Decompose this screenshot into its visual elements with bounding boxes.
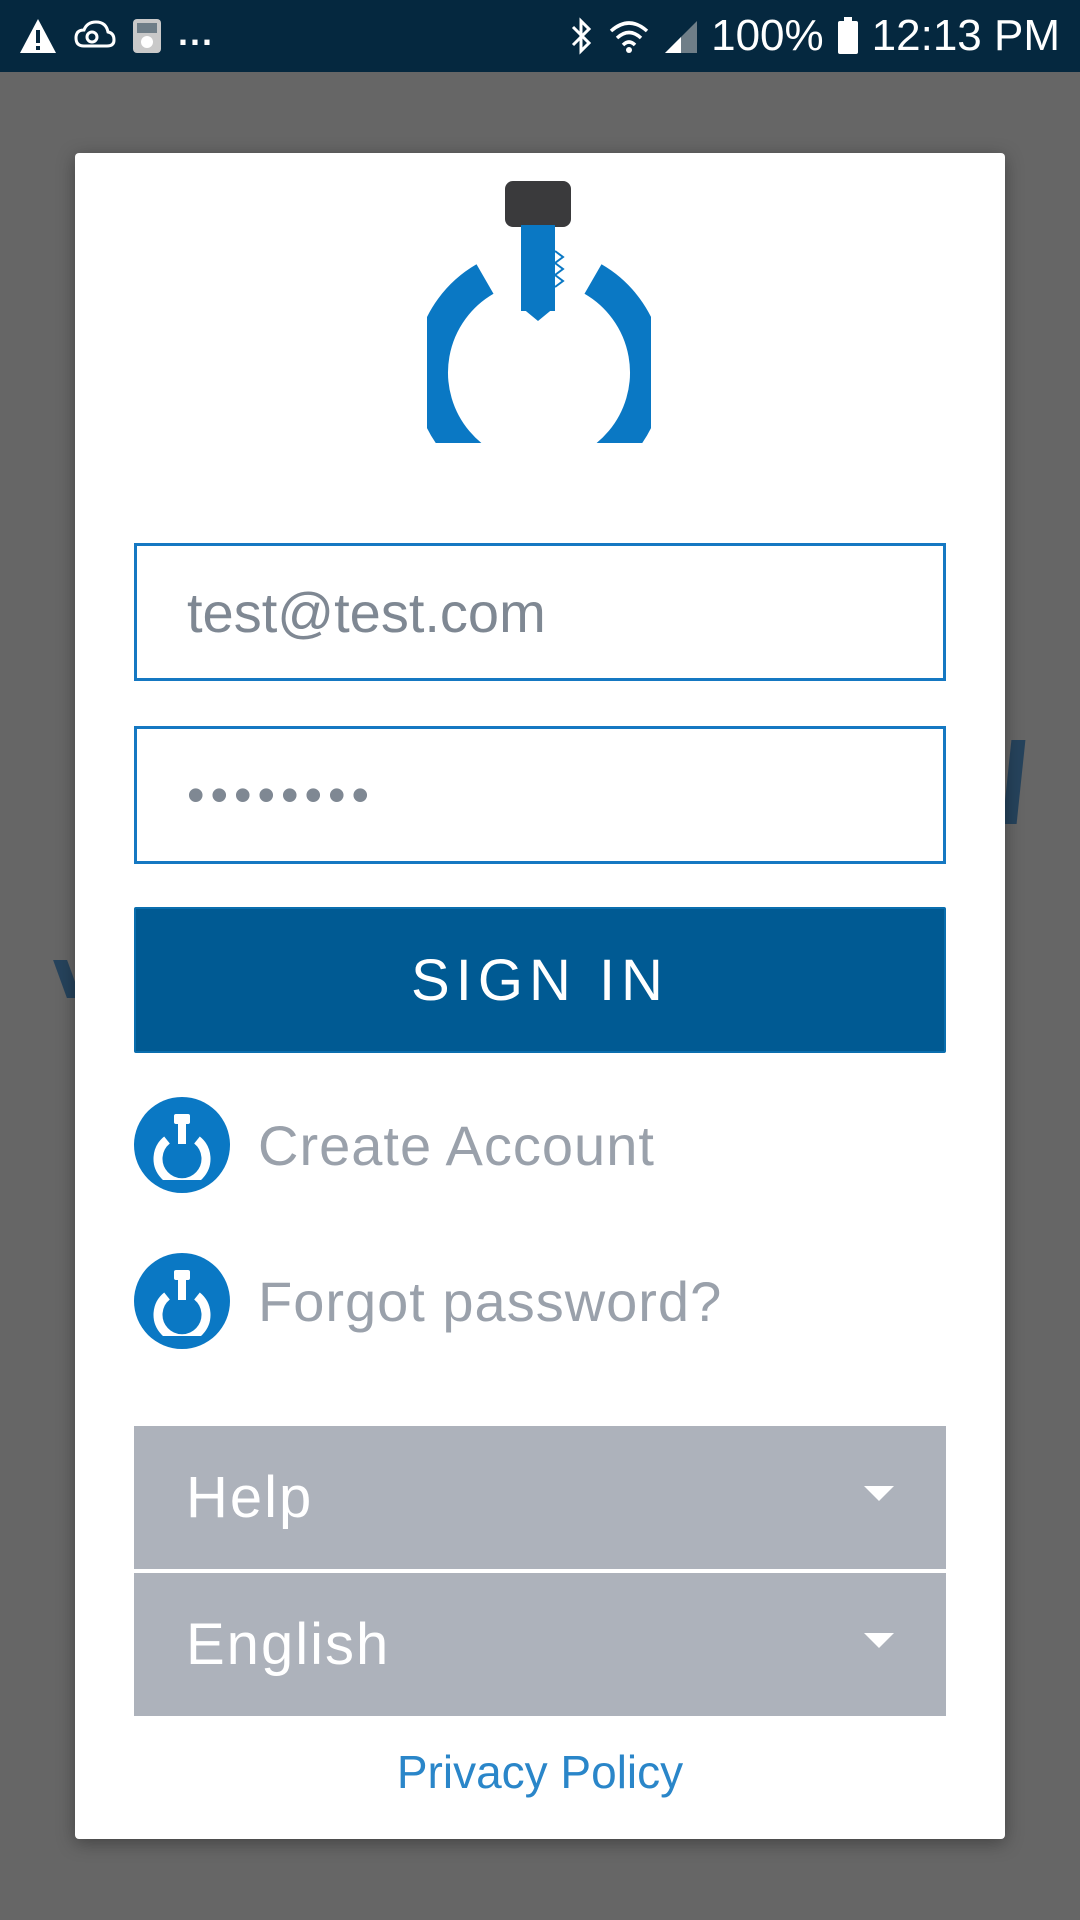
language-dropdown-label: English [186, 1612, 391, 1677]
help-dropdown[interactable]: Help [134, 1426, 946, 1569]
email-field[interactable] [134, 543, 946, 681]
more-notifications-indicator: ... [178, 12, 215, 53]
power-key-logo-icon [414, 181, 664, 498]
cloud-sync-icon [72, 18, 116, 54]
login-card: SIGN IN Create Account Forgot password? … [75, 153, 1005, 1839]
privacy-policy-link[interactable]: Privacy Policy [75, 1745, 1005, 1799]
status-bar-right: 100% 12:13 PM [569, 11, 1060, 60]
warning-icon [18, 17, 58, 55]
battery-icon [836, 16, 860, 56]
email-input[interactable] [185, 578, 943, 646]
caret-down-icon [864, 1486, 894, 1501]
password-field[interactable] [134, 726, 946, 864]
app-notification-icon [130, 16, 164, 56]
wifi-icon [607, 17, 651, 55]
forgot-password-link[interactable]: Forgot password? [134, 1253, 722, 1349]
signal-icon [663, 17, 699, 55]
help-dropdown-label: Help [186, 1465, 314, 1530]
status-bar: ... 100% 12:13 PM [0, 0, 1080, 72]
power-key-icon [134, 1097, 230, 1193]
sign-in-button[interactable]: SIGN IN [134, 907, 946, 1053]
bluetooth-icon [569, 16, 595, 56]
language-dropdown[interactable]: English [134, 1573, 946, 1716]
password-input[interactable] [185, 765, 943, 825]
create-account-label: Create Account [258, 1113, 655, 1177]
create-account-link[interactable]: Create Account [134, 1097, 655, 1193]
power-key-icon [134, 1253, 230, 1349]
forgot-password-label: Forgot password? [258, 1269, 723, 1333]
clock-time: 12:13 PM [871, 11, 1060, 60]
background-graphic [1002, 740, 1026, 824]
caret-down-icon [864, 1633, 894, 1648]
battery-percentage: 100% [711, 11, 824, 60]
status-bar-left: ... [18, 12, 214, 60]
